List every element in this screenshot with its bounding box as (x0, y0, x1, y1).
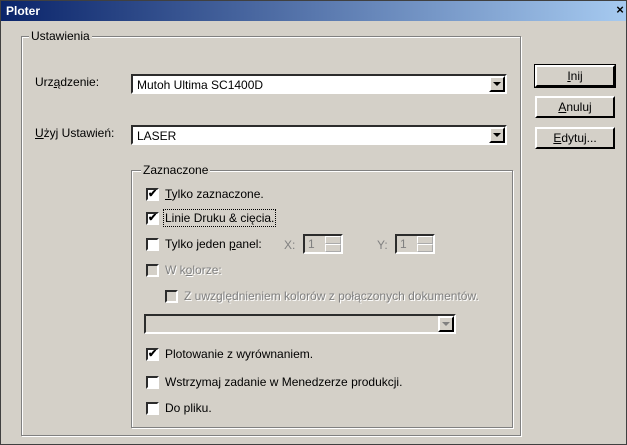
to-file-box[interactable] (146, 402, 159, 415)
device-value: Mutoh Ultima SC1400D (137, 78, 264, 92)
only-selected-checkbox[interactable]: ✔ Tylko zaznaczone. (146, 187, 346, 203)
ok-button[interactable]: Inij (534, 64, 616, 88)
ploter-dialog: Ploter × Ustawienia Urządzenie: Mutoh Ul… (0, 0, 627, 445)
print-cut-lines-box[interactable]: ✔ (146, 212, 159, 225)
linked-colors-checkbox[interactable]: Z uwzględnieniem kolorów z połączonych d… (165, 289, 505, 305)
use-settings-dropdown-button[interactable] (489, 127, 505, 143)
device-dropdown-button[interactable] (489, 76, 505, 92)
panel-x-label: X: (284, 238, 296, 252)
device-label: Urządzenie: (35, 75, 100, 89)
hold-job-checkbox[interactable]: Wstrzymaj zadanie w Menedzerze produkcji… (146, 375, 426, 391)
chevron-down-icon (493, 133, 501, 137)
plot-align-checkbox[interactable]: ✔ Plotowanie z wyrównaniem. (146, 347, 366, 363)
to-file-checkbox[interactable]: Do pliku. (146, 401, 266, 417)
print-cut-lines-label: Linie Druku & cięcia. (162, 209, 277, 227)
single-panel-box[interactable] (146, 238, 159, 251)
settings-group-label: Ustawienia (29, 29, 92, 43)
title-bar[interactable]: Ploter × (1, 1, 626, 21)
panel-y-value: 1 (400, 237, 407, 251)
only-selected-label: Tylko zaznaczone. (165, 187, 264, 201)
spin-up-icon[interactable] (417, 236, 433, 244)
use-settings-value: LASER (137, 129, 177, 143)
panel-x-arrows[interactable] (325, 236, 341, 252)
hold-job-box[interactable] (146, 376, 159, 389)
spin-down-icon[interactable] (325, 244, 341, 252)
panel-y-label: Y: (377, 238, 388, 252)
hold-job-label: Wstrzymaj zadanie w Menedzerze produkcji… (165, 375, 403, 389)
close-button[interactable]: × (612, 1, 627, 19)
only-selected-box[interactable]: ✔ (146, 188, 159, 201)
chevron-down-icon (493, 82, 501, 86)
plot-align-label: Plotowanie z wyrównaniem. (165, 347, 314, 361)
in-color-label: W kolorze: (165, 263, 222, 277)
single-panel-checkbox[interactable]: Tylko jeden panel: (146, 237, 306, 253)
window-title: Ploter (6, 4, 41, 18)
print-cut-lines-checkbox[interactable]: ✔ Linie Druku & cięcia. (146, 209, 346, 227)
panel-y-arrows[interactable] (417, 236, 433, 252)
color-select-dropdown-button[interactable] (438, 316, 454, 332)
plot-align-box[interactable]: ✔ (146, 348, 159, 361)
selected-group-label: Zaznaczone (141, 163, 211, 177)
edit-button[interactable]: Edytuj... (535, 127, 615, 149)
use-settings-select[interactable]: LASER (131, 125, 507, 145)
chevron-down-icon (442, 322, 450, 326)
in-color-checkbox[interactable]: W kolorze: (146, 263, 306, 279)
in-color-box[interactable] (146, 264, 159, 277)
linked-colors-label: Z uwzględnieniem kolorów z połączonych d… (184, 289, 479, 303)
device-select[interactable]: Mutoh Ultima SC1400D (131, 74, 507, 94)
to-file-label: Do pliku. (165, 401, 212, 415)
panel-y-stepper[interactable]: 1 (395, 234, 435, 254)
color-select[interactable] (144, 314, 456, 334)
linked-colors-box[interactable] (165, 290, 178, 303)
panel-x-stepper[interactable]: 1 (303, 234, 343, 254)
panel-x-value: 1 (308, 237, 315, 251)
use-settings-label: Użyj Ustawień: (35, 126, 115, 140)
spin-down-icon[interactable] (417, 244, 433, 252)
single-panel-label: Tylko jeden panel: (165, 237, 262, 251)
cancel-button[interactable]: Anuluj (535, 96, 615, 118)
spin-up-icon[interactable] (325, 236, 341, 244)
